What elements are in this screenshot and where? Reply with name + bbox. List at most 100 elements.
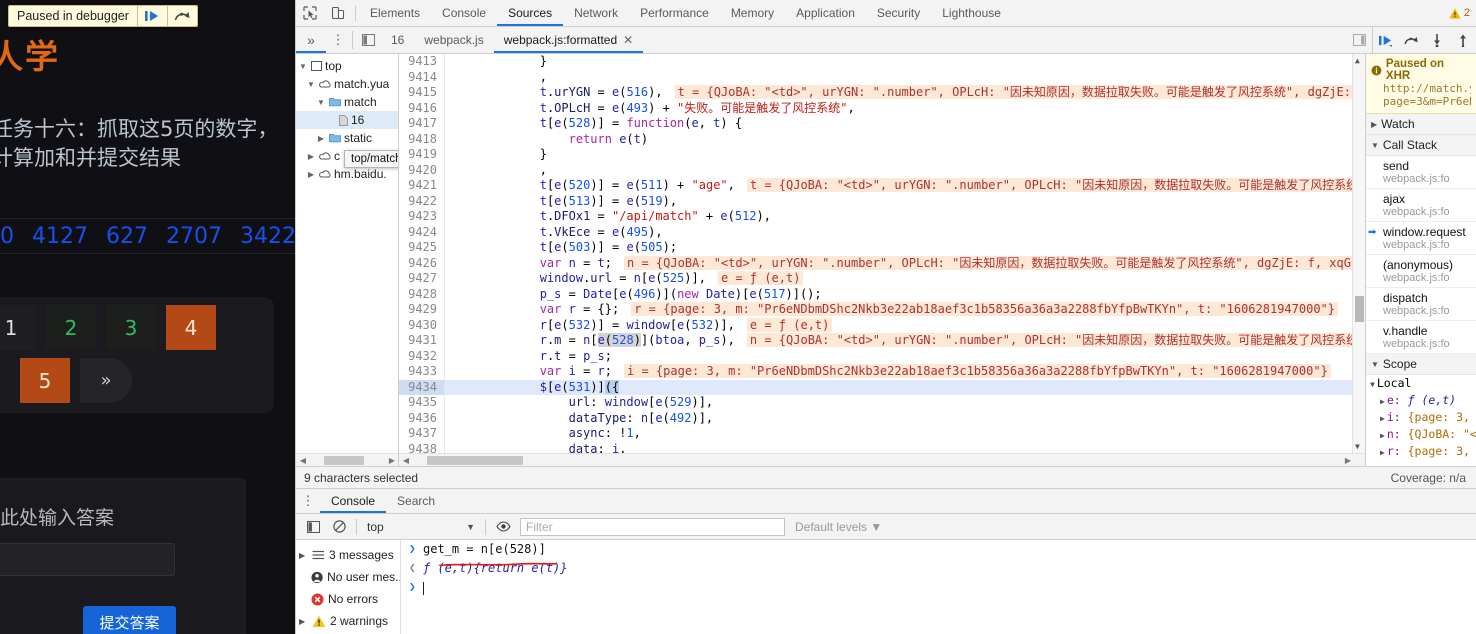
- sources-options-button[interactable]: ⋮: [326, 27, 350, 53]
- editor-vertical-scrollbar[interactable]: ▲ ▼: [1352, 54, 1365, 453]
- chevron-right-icon[interactable]: ▶: [1380, 431, 1385, 440]
- scrollbar-thumb[interactable]: [1355, 296, 1364, 322]
- call-stack-frame-ajax[interactable]: ajax webpack.js:fo: [1366, 189, 1476, 222]
- tab-security[interactable]: Security: [866, 0, 931, 26]
- error-icon: [311, 593, 324, 605]
- call-stack-frame-anonymous[interactable]: (anonymous) webpack.js:fo: [1366, 255, 1476, 288]
- toggle-debugger-sidebar-button[interactable]: [1346, 27, 1372, 53]
- resume-script-button[interactable]: [136, 6, 167, 26]
- drawer-options-button[interactable]: ⋮: [296, 489, 320, 513]
- scope-var-e[interactable]: ▶ e: ƒ (e,t): [1366, 392, 1476, 409]
- chevron-down-icon[interactable]: ▼: [1370, 380, 1375, 389]
- drawer-tab-console[interactable]: Console: [320, 489, 386, 513]
- tab-network[interactable]: Network: [563, 0, 629, 26]
- console-sidebar-errors[interactable]: No errors: [296, 588, 400, 610]
- console-levels-selector[interactable]: Default levels ▼: [795, 520, 882, 534]
- console-prompt-row[interactable]: ❯: [401, 580, 1476, 599]
- more-tabs-button[interactable]: »: [296, 27, 326, 53]
- console-messages[interactable]: ❯ get_m = n[e(528)] ❮ ƒ (e,t){return e(t…: [401, 540, 1476, 634]
- tab-elements[interactable]: Elements: [359, 0, 431, 26]
- console-sidebar-user-messages[interactable]: No user mes...: [296, 566, 400, 588]
- paused-in-debugger-label: Paused in debugger: [17, 9, 129, 23]
- scroll-up-icon[interactable]: ▲: [1355, 56, 1360, 65]
- step-over-button[interactable]: [1398, 27, 1424, 53]
- live-expression-button[interactable]: [490, 521, 516, 532]
- console-filter-input[interactable]: Filter: [520, 517, 785, 536]
- page-button-3[interactable]: 3: [106, 305, 156, 350]
- console-context-selector[interactable]: top ▼: [361, 520, 481, 534]
- file-tab-webpack-js[interactable]: webpack.js: [414, 27, 493, 53]
- device-toolbar-button[interactable]: [324, 0, 352, 26]
- chevron-down-icon[interactable]: ▼: [298, 62, 308, 71]
- tab-sources[interactable]: Sources: [497, 0, 563, 26]
- step-into-button[interactable]: [1424, 27, 1450, 53]
- nav-item-match-folder[interactable]: ▼ match: [296, 93, 398, 111]
- editor-horizontal-scrollbar[interactable]: ◀ ▶: [399, 453, 1365, 466]
- chevron-right-icon[interactable]: ▶: [299, 617, 308, 626]
- chevron-down-icon[interactable]: ▼: [306, 80, 316, 89]
- console-sidebar-warnings[interactable]: ▶ 2 warnings: [296, 610, 400, 632]
- answer-input[interactable]: [0, 543, 175, 576]
- chevron-down-icon[interactable]: ▼: [316, 98, 326, 107]
- resume-button[interactable]: [1372, 27, 1398, 53]
- warning-counter[interactable]: 2: [1449, 0, 1476, 26]
- scroll-right-icon[interactable]: ▶: [385, 456, 398, 465]
- call-stack-frame-window-request[interactable]: ➡ window.request webpack.js:fo: [1366, 222, 1476, 255]
- nav-item-16[interactable]: 16: [296, 111, 398, 129]
- call-stack-frame-v-handle[interactable]: v.handle webpack.js:fo: [1366, 321, 1476, 354]
- scope-var-n[interactable]: ▶ n: {QJoBA: "<: [1366, 426, 1476, 443]
- file-tab-webpack-js-formatted[interactable]: webpack.js:formatted ✕: [494, 27, 643, 53]
- console-sidebar: ▶ 3 messages No user mes... No errors ▶ …: [296, 540, 401, 634]
- device-toggle-icon: [331, 6, 345, 20]
- navigator-horizontal-scrollbar[interactable]: ◀ ▶: [296, 453, 398, 466]
- tab-performance[interactable]: Performance: [629, 0, 720, 26]
- chevron-right-icon[interactable]: ▶: [1371, 120, 1377, 129]
- tab-lighthouse[interactable]: Lighthouse: [931, 0, 1012, 26]
- page-button-4[interactable]: 4: [166, 305, 216, 350]
- scope-section-header[interactable]: ▼ Scope: [1366, 354, 1476, 375]
- nav-item-top[interactable]: ▼ top: [296, 57, 398, 75]
- submit-answer-button[interactable]: 提交答案: [83, 606, 176, 634]
- chevron-right-icon[interactable]: ▶: [1380, 448, 1385, 457]
- watch-section-header[interactable]: ▶ Watch: [1366, 114, 1476, 135]
- scope-group-local[interactable]: ▼ Local: [1366, 375, 1476, 392]
- call-stack-frame-send[interactable]: send webpack.js:fo: [1366, 156, 1476, 189]
- nav-item-match-yuanrenxue[interactable]: ▼ match.yua: [296, 75, 398, 93]
- clear-console-button[interactable]: [326, 520, 352, 533]
- call-stack-frame-dispatch[interactable]: dispatch webpack.js:fo: [1366, 288, 1476, 321]
- close-icon[interactable]: ✕: [623, 33, 633, 47]
- page-next-button[interactable]: »: [80, 358, 132, 403]
- scope-var-r[interactable]: ▶ r: {page: 3,: [1366, 443, 1476, 460]
- chevron-right-icon[interactable]: ▶: [299, 551, 308, 560]
- toggle-navigator-button[interactable]: [355, 27, 381, 53]
- page-button-5[interactable]: 5: [20, 358, 70, 403]
- scroll-right-icon[interactable]: ▶: [1345, 456, 1351, 465]
- tab-memory[interactable]: Memory: [720, 0, 785, 26]
- chevron-right-icon[interactable]: ▶: [1380, 414, 1385, 423]
- step-out-button[interactable]: [1450, 27, 1476, 53]
- step-over-button[interactable]: [166, 6, 197, 26]
- scrollbar-thumb[interactable]: [324, 455, 364, 465]
- chevron-right-icon[interactable]: ▶: [306, 170, 316, 179]
- chevron-right-icon[interactable]: ▶: [1380, 397, 1385, 406]
- page-button-2[interactable]: 2: [46, 305, 96, 350]
- code-editor[interactable]: 9413 } 9414 , 9415 t.urYGN = e(516), t = …: [399, 54, 1365, 453]
- tab-console[interactable]: Console: [431, 0, 497, 26]
- scroll-down-icon[interactable]: ▼: [1355, 442, 1360, 451]
- scroll-left-icon[interactable]: ◀: [296, 456, 310, 465]
- call-stack-section-header[interactable]: ▼ Call Stack: [1366, 135, 1476, 156]
- tab-application[interactable]: Application: [785, 0, 866, 26]
- chevron-right-icon[interactable]: ▶: [316, 134, 326, 143]
- page-button-1[interactable]: 1: [0, 305, 36, 350]
- drawer-tab-search[interactable]: Search: [386, 489, 446, 513]
- toggle-console-sidebar-button[interactable]: [300, 520, 326, 533]
- scope-var-i[interactable]: ▶ i: {page: 3,: [1366, 409, 1476, 426]
- nav-item-static[interactable]: ▶ static: [296, 129, 398, 147]
- chevron-down-icon[interactable]: ▼: [1371, 141, 1379, 150]
- chevron-down-icon[interactable]: ▼: [1371, 360, 1379, 369]
- scrollbar-thumb[interactable]: [427, 455, 523, 465]
- inspect-element-button[interactable]: [296, 0, 324, 26]
- console-sidebar-messages[interactable]: ▶ 3 messages: [296, 544, 400, 566]
- scroll-left-icon[interactable]: ◀: [399, 456, 413, 465]
- chevron-right-icon[interactable]: ▶: [306, 152, 316, 161]
